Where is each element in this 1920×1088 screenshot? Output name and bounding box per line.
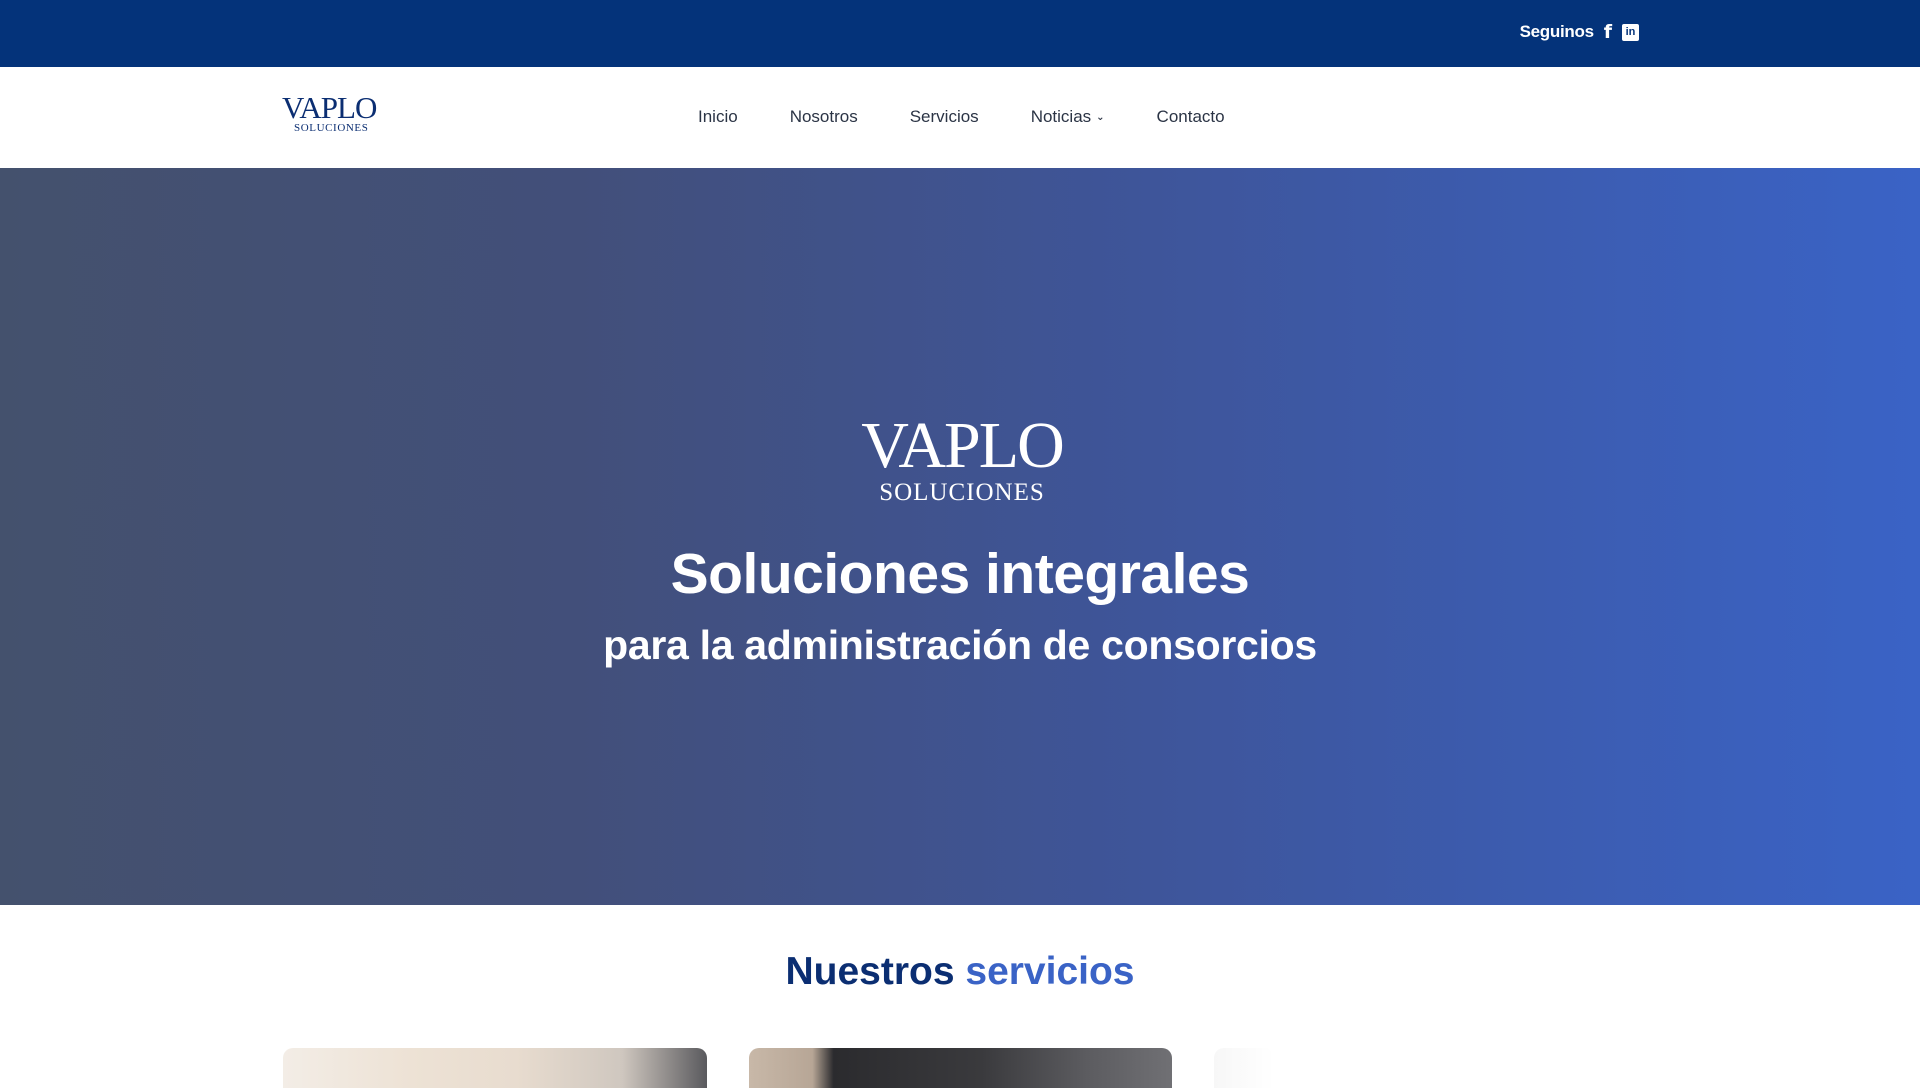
nav-item-noticias[interactable]: Noticias ⌄ bbox=[1031, 107, 1105, 127]
nav-label: Nosotros bbox=[789, 107, 858, 126]
hero-logo: VAPLO SOLUCIONES bbox=[850, 413, 1074, 513]
logo-wordmark: VAPLO bbox=[282, 90, 377, 125]
main-nav: Inicio Nosotros Servicios Noticias ⌄ Cont… bbox=[698, 107, 1277, 127]
follow-label: Seguinos bbox=[1519, 22, 1594, 41]
nav-label: Inicio bbox=[698, 107, 738, 126]
site-header: VAPLO SOLUCIONES Inicio Nosotros Servici… bbox=[0, 67, 1920, 168]
nav-item-contacto[interactable]: Contacto bbox=[1157, 107, 1225, 127]
service-card-image[interactable] bbox=[749, 1048, 1172, 1088]
social-links: Seguinos f in bbox=[1520, 22, 1639, 42]
top-bar: Seguinos f in bbox=[0, 0, 1920, 67]
site-logo[interactable]: VAPLO SOLUCIONES bbox=[282, 90, 392, 141]
hero-banner: VAPLO SOLUCIONES Soluciones integrales p… bbox=[0, 168, 1920, 905]
nav-label: Contacto bbox=[1156, 107, 1225, 126]
nav-label: Servicios bbox=[909, 107, 979, 126]
hero-subtitle: para la administración de consorcios bbox=[603, 622, 1317, 668]
nav-label: Noticias bbox=[1030, 107, 1092, 126]
service-card-image[interactable] bbox=[283, 1048, 707, 1088]
chevron-down-icon: ⌄ bbox=[1096, 111, 1105, 123]
nav-item-inicio[interactable]: Inicio bbox=[698, 107, 738, 127]
hero-logo-subtitle: SOLUCIONES bbox=[879, 479, 1045, 506]
nav-item-servicios[interactable]: Servicios bbox=[910, 107, 979, 127]
services-heading-part1: Nuestros bbox=[785, 950, 955, 993]
logo-subtitle: SOLUCIONES bbox=[294, 122, 369, 134]
service-card-image[interactable] bbox=[1214, 1048, 1274, 1088]
services-heading: Nuestros servicios bbox=[0, 944, 1920, 1000]
hero-title: Soluciones integrales bbox=[670, 542, 1250, 606]
facebook-icon[interactable]: f bbox=[1604, 22, 1612, 42]
linkedin-icon[interactable]: in bbox=[1622, 23, 1639, 41]
nav-item-nosotros[interactable]: Nosotros bbox=[790, 107, 858, 127]
hero-logo-wordmark: VAPLO bbox=[861, 409, 1065, 482]
services-heading-part2: servicios bbox=[965, 950, 1135, 993]
